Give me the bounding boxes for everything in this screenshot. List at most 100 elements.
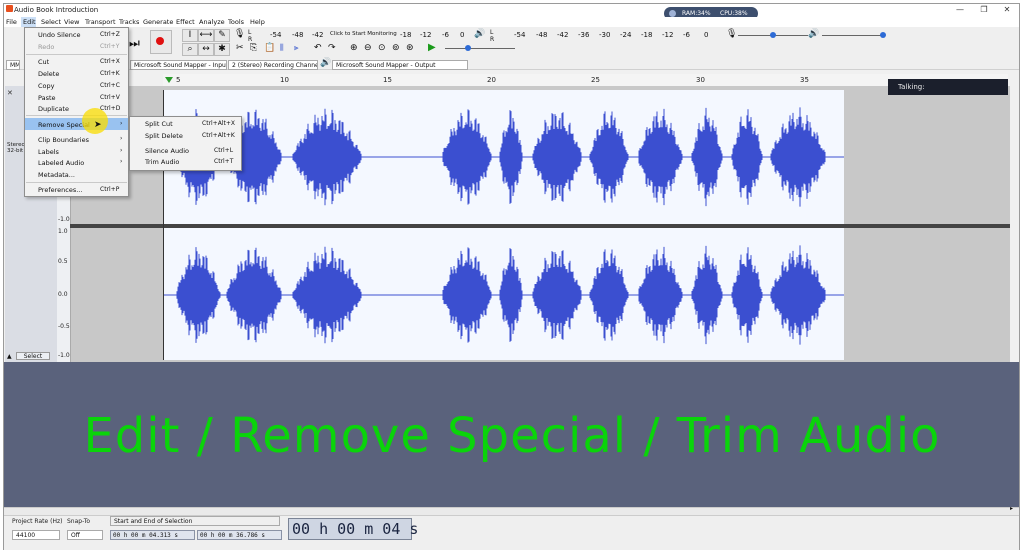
project-rate-label: Project Rate (Hz): [12, 518, 63, 525]
skip-end-icon[interactable]: ⏭: [129, 34, 149, 52]
shortcut-delete: Ctrl+K: [100, 70, 120, 77]
playback-device-select[interactable]: Microsoft Sound Mapper - Output: [332, 60, 468, 70]
minimize-button[interactable]: —: [953, 5, 967, 15]
snap-to-select[interactable]: Off: [67, 530, 103, 540]
track-close-icon[interactable]: ✕: [7, 89, 13, 97]
undo-icon[interactable]: ↶: [314, 43, 322, 53]
ruler-tick: 25: [591, 76, 600, 84]
project-rate-select[interactable]: 44100: [12, 530, 60, 540]
selection-tool-icon[interactable]: I: [182, 29, 198, 42]
menu-item-duplicate[interactable]: Duplicate: [38, 105, 69, 113]
recording-device-select[interactable]: Microsoft Sound Mapper - Input: [130, 60, 227, 70]
menu-view[interactable]: View: [64, 18, 79, 26]
menu-select[interactable]: Select: [41, 18, 61, 26]
playback-meter-lr: LR: [490, 29, 495, 43]
copy-icon[interactable]: ⎘: [250, 43, 257, 53]
record-meter[interactable]: -54 -48 -42 Click to Start Monitoring -1…: [260, 31, 465, 41]
draw-tool-icon[interactable]: ✎: [214, 29, 230, 42]
selection-mode-select[interactable]: Start and End of Selection: [110, 516, 280, 526]
rec-meter-tick: -18: [400, 31, 412, 39]
menu-item-labeled-audio[interactable]: Labeled Audio: [38, 159, 84, 167]
menu-item-trim-audio[interactable]: Trim Audio: [145, 158, 179, 166]
playback-volume-thumb[interactable]: [880, 32, 886, 38]
click-to-monitor-label[interactable]: Click to Start Monitoring: [330, 31, 397, 37]
playback-volume-slider[interactable]: [822, 35, 884, 36]
play-speed-thumb[interactable]: [465, 45, 471, 51]
menu-item-undo-silence[interactable]: Undo Silence: [38, 31, 80, 39]
cut-icon[interactable]: ✂: [236, 43, 244, 53]
channel-divider[interactable]: [70, 224, 1010, 228]
fit-selection-icon[interactable]: ⊙: [378, 43, 386, 53]
menu-separator: [26, 182, 127, 183]
rec-meter-tick: -54: [270, 31, 282, 39]
scale-label: 1.0: [58, 228, 68, 235]
record-meter-lr: LR: [248, 29, 253, 43]
maximize-button[interactable]: ❐: [977, 5, 991, 15]
track-select-button[interactable]: Select: [16, 352, 50, 360]
shortcut-split-delete: Ctrl+Alt+K: [202, 132, 235, 139]
overlay-caption: Edit / Remove Special / Trim Audio: [83, 408, 941, 464]
paste-icon[interactable]: 📋: [264, 43, 275, 53]
envelope-tool-icon[interactable]: ⟷: [198, 29, 214, 42]
menu-transport[interactable]: Transport: [85, 18, 116, 26]
playback-meter[interactable]: -54 -48 -42 -36 -30 -24 -18 -12 -6 0: [502, 31, 717, 41]
menu-item-paste[interactable]: Paste: [38, 94, 56, 102]
menu-tracks[interactable]: Tracks: [119, 18, 139, 26]
redo-icon[interactable]: ↷: [328, 43, 336, 53]
audio-position-display[interactable]: 00 h 00 m 04 s: [288, 518, 418, 540]
shortcut-paste: Ctrl+V: [100, 94, 120, 101]
recording-channels-select[interactable]: 2 (Stereo) Recording Channels: [228, 60, 318, 70]
menu-item-split-delete[interactable]: Split Delete: [145, 132, 183, 140]
zoom-out-icon[interactable]: ⊖: [364, 43, 372, 53]
play-meter-tick: -42: [557, 31, 569, 39]
menu-edit[interactable]: Edit: [23, 18, 36, 26]
multi-tool-icon[interactable]: ✱: [214, 43, 230, 56]
recording-volume-thumb[interactable]: [770, 32, 776, 38]
ruler-tick: 30: [696, 76, 705, 84]
menu-item-preferences[interactable]: Preferences...: [38, 186, 82, 194]
selection-start-field[interactable]: 00 h 00 m 04.313 s: [110, 530, 195, 540]
menu-item-metadata[interactable]: Metadata...: [38, 171, 75, 179]
timeshift-tool-icon[interactable]: ↔: [198, 43, 214, 56]
menu-tools[interactable]: Tools: [228, 18, 244, 26]
ruler-tick: 35: [800, 76, 809, 84]
submenu-arrow-icon: ›: [120, 147, 123, 154]
zoom-toggle-icon[interactable]: ⊛: [406, 43, 414, 53]
menu-item-split-cut[interactable]: Split Cut: [145, 120, 173, 128]
zoom-in-icon[interactable]: ⊕: [350, 43, 358, 53]
mic-icon: 🎙: [234, 29, 246, 39]
audio-host-select[interactable]: MME: [6, 60, 20, 70]
scroll-right-icon[interactable]: ▸: [1010, 505, 1013, 512]
menu-item-delete[interactable]: Delete: [38, 70, 59, 78]
shortcut-cut: Ctrl+X: [100, 58, 120, 65]
play-speed-slider[interactable]: [445, 48, 515, 49]
selection-end-field[interactable]: 00 h 00 m 36.786 s: [197, 530, 282, 540]
menu-separator: [26, 115, 127, 116]
menu-item-copy[interactable]: Copy: [38, 82, 55, 90]
silence-icon[interactable]: ⫸: [294, 43, 299, 53]
menu-item-redo[interactable]: Redo: [38, 43, 54, 51]
scale-label: -1.0: [58, 216, 70, 223]
mic-volume-icon: 🎙: [726, 29, 738, 39]
fit-project-icon[interactable]: ⊚: [392, 43, 400, 53]
menu-analyze[interactable]: Analyze: [199, 18, 225, 26]
play-meter-tick: -54: [514, 31, 526, 39]
menu-item-silence-audio[interactable]: Silence Audio: [145, 147, 189, 155]
talking-indicator: Talking:: [888, 79, 1008, 95]
play-meter-tick: -48: [536, 31, 548, 39]
scale-label: 0.0: [58, 291, 68, 298]
menu-file[interactable]: File: [6, 18, 17, 26]
menu-item-cut[interactable]: Cut: [38, 58, 49, 66]
menu-generate[interactable]: Generate: [143, 18, 173, 26]
scale-label: -1.0: [58, 352, 70, 359]
close-button[interactable]: ✕: [1000, 5, 1014, 15]
speaker-volume-icon: 🔊: [808, 29, 820, 39]
menu-item-clip-boundaries[interactable]: Clip Boundaries: [38, 136, 89, 144]
collapse-track-icon[interactable]: ▲: [7, 353, 12, 360]
zoom-tool-icon[interactable]: ⌕: [182, 43, 198, 56]
menu-help[interactable]: Help: [250, 18, 265, 26]
menu-item-labels[interactable]: Labels: [38, 148, 59, 156]
trim-icon[interactable]: ⫼: [280, 43, 284, 53]
play-at-speed-icon[interactable]: ▶: [428, 42, 436, 53]
menu-effect[interactable]: Effect: [176, 18, 195, 26]
